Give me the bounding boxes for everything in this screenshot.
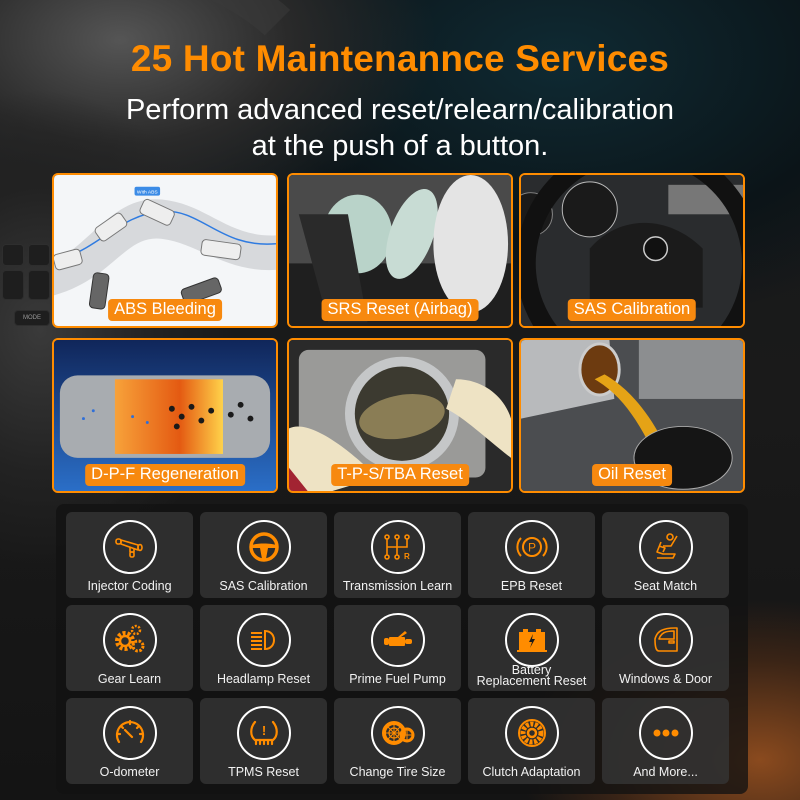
service-label: Gear Learn xyxy=(97,672,162,686)
icon-ring xyxy=(102,706,157,760)
gear-shift-icon: R xyxy=(383,534,410,561)
with-abs-badge: With ABS xyxy=(137,190,158,196)
icon-ring xyxy=(236,613,291,667)
feature-tile-oil-reset: Oil Reset xyxy=(519,338,745,493)
parking-letter: P xyxy=(527,541,535,555)
feature-label: ABS Bleeding xyxy=(108,299,222,321)
service-tpms-reset[interactable]: ! TPMS Reset xyxy=(200,698,327,784)
reverse-letter: R xyxy=(404,552,410,561)
service-label: Battery Replacement Reset xyxy=(468,664,595,688)
icon-ring xyxy=(638,706,693,760)
console-mode-button: MODE xyxy=(14,310,50,326)
feature-label: D-P-F Regeneration xyxy=(85,464,245,486)
service-epb-reset[interactable]: P EPB Reset xyxy=(468,512,595,598)
service-label: Transmission Learn xyxy=(342,579,453,593)
feature-tile-srs-reset: SRS Reset (Airbag) xyxy=(287,173,513,328)
feature-label: Oil Reset xyxy=(592,464,672,486)
feature-tile-abs-bleeding: With ABS ABS Bleeding xyxy=(52,173,278,328)
page-title: 25 Hot Maintenannce Services xyxy=(130,38,670,79)
service-label: Seat Match xyxy=(633,579,698,593)
injector-icon xyxy=(114,538,143,558)
console-button xyxy=(28,270,50,300)
console-button xyxy=(28,244,50,266)
icon-ring xyxy=(236,520,291,574)
icon-ring xyxy=(102,613,157,667)
service-label: Clutch Adaptation xyxy=(482,765,581,779)
feature-tile-tps-tba-reset: T-P-S/TBA Reset xyxy=(287,338,513,493)
service-label: Injector Coding xyxy=(87,579,172,593)
service-label: EPB Reset xyxy=(500,579,563,593)
service-clutch-adaptation[interactable]: Clutch Adaptation xyxy=(468,698,595,784)
more-icon xyxy=(653,729,678,737)
service-label: Prime Fuel Pump xyxy=(349,672,446,686)
service-label: TPMS Reset xyxy=(228,765,299,779)
feature-label: T-P-S/TBA Reset xyxy=(331,464,469,486)
service-windows-door[interactable]: Windows & Door xyxy=(602,605,729,691)
service-prime-fuel-pump[interactable]: Prime Fuel Pump xyxy=(334,605,461,691)
icon-ring xyxy=(370,706,425,760)
service-change-tire-size[interactable]: Change Tire Size xyxy=(334,698,461,784)
odometer-icon xyxy=(115,719,144,744)
service-label: Headlamp Reset xyxy=(216,672,311,686)
service-label: Change Tire Size xyxy=(349,765,446,779)
icon-ring: P xyxy=(504,520,559,574)
service-odometer[interactable]: O-dometer xyxy=(66,698,193,784)
service-label: SAS Calibration xyxy=(219,579,308,593)
feature-tile-dpf-regeneration: D-P-F Regeneration xyxy=(52,338,278,493)
service-label-line-2: Replacement Reset xyxy=(476,674,587,688)
feature-label: SRS Reset (Airbag) xyxy=(321,299,479,321)
service-and-more[interactable]: And More... xyxy=(602,698,729,784)
console-button xyxy=(2,270,24,300)
service-gear-learn[interactable]: Gear Learn xyxy=(66,605,193,691)
service-transmission-learn[interactable]: R Transmission Learn xyxy=(334,512,461,598)
subtitle-line-2: at the push of a button. xyxy=(251,130,549,162)
icon-ring: ! xyxy=(236,706,291,760)
console-button xyxy=(2,244,24,266)
icon-ring xyxy=(504,706,559,760)
tire-icon xyxy=(381,721,414,745)
page-subtitle: Perform advanced reset/relearn/calibrati… xyxy=(0,92,800,164)
icon-ring xyxy=(102,520,157,574)
icon-ring xyxy=(638,613,693,667)
tpms-warning-mark: ! xyxy=(261,723,265,738)
feature-tile-sas-calibration: SAS Calibration xyxy=(519,173,745,328)
icon-ring: R xyxy=(370,520,425,574)
icon-ring xyxy=(638,520,693,574)
service-label: O-dometer xyxy=(99,765,160,779)
car-door-icon xyxy=(653,627,678,652)
service-headlamp-reset[interactable]: Headlamp Reset xyxy=(200,605,327,691)
icon-ring xyxy=(370,613,425,667)
fuel-pump-icon xyxy=(383,631,412,646)
parking-brake-icon: P xyxy=(515,537,548,557)
gears-icon xyxy=(114,624,144,653)
seat-icon xyxy=(655,533,678,559)
feature-label: SAS Calibration xyxy=(567,299,697,321)
service-label: Windows & Door xyxy=(618,672,713,686)
tpms-icon: ! xyxy=(249,720,278,746)
service-sas-calibration[interactable]: SAS Calibration xyxy=(200,512,327,598)
service-battery-replacement-reset[interactable]: Battery Replacement Reset xyxy=(468,605,595,691)
service-label: And More... xyxy=(633,765,698,779)
battery-icon xyxy=(516,629,547,652)
icon-ring xyxy=(504,613,559,667)
steering-wheel-icon xyxy=(248,532,279,562)
subtitle-line-1: Perform advanced reset/relearn/calibrati… xyxy=(125,94,675,126)
service-injector-coding[interactable]: Injector Coding xyxy=(66,512,193,598)
service-seat-match[interactable]: Seat Match xyxy=(602,512,729,598)
headlamp-icon xyxy=(250,629,275,651)
background-console-buttons: MODE xyxy=(0,240,52,340)
clutch-icon xyxy=(517,719,546,747)
